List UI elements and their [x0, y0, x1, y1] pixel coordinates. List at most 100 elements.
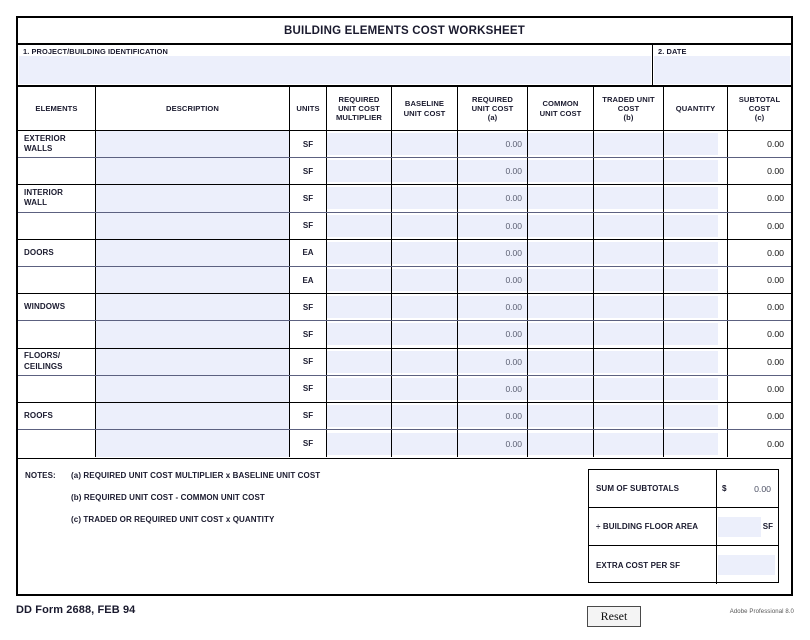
description-cell [96, 239, 290, 266]
description-input[interactable] [96, 402, 289, 430]
traded-unit-cost-input[interactable] [594, 187, 663, 210]
common-unit-cost-input[interactable] [528, 160, 593, 183]
quantity-input[interactable] [664, 296, 718, 319]
common-unit-cost-input[interactable] [528, 133, 593, 156]
common-unit-cost-input[interactable] [528, 377, 593, 400]
common-unit-cost-input[interactable] [528, 187, 593, 210]
required-unit-cost-multiplier-input[interactable] [327, 214, 391, 237]
common-unit-cost-input[interactable] [528, 296, 593, 319]
baseline-unit-cost-input[interactable] [392, 241, 457, 264]
description-input[interactable] [96, 348, 289, 375]
quantity-cell [664, 239, 728, 266]
required-unit-cost-value: 0.00 [458, 241, 527, 264]
common-unit-cost-input[interactable] [528, 214, 593, 237]
units-cell: SF [290, 321, 327, 348]
units-value: SF [302, 166, 314, 176]
baseline-unit-cost-input[interactable] [392, 133, 457, 156]
element-cell: WINDOWS [18, 294, 96, 321]
traded-unit-cost-input[interactable] [594, 241, 663, 264]
baseline-unit-cost-input[interactable] [392, 432, 457, 455]
description-input[interactable] [96, 321, 289, 348]
summary-row-building-floor-area: ÷ BUILDING FLOOR AREA SF [589, 508, 778, 546]
required-unit-cost-multiplier-input[interactable] [327, 323, 391, 346]
baseline-unit-cost-cell [392, 212, 458, 239]
baseline-unit-cost-input[interactable] [392, 187, 457, 210]
units-cell: SF [290, 430, 327, 458]
required-unit-cost-multiplier-input[interactable] [327, 296, 391, 319]
description-input[interactable] [96, 239, 289, 266]
header-label: ELEMENTS [35, 103, 78, 113]
required-unit-cost-multiplier-input[interactable] [327, 160, 391, 183]
required-unit-cost-multiplier-input[interactable] [327, 404, 391, 427]
baseline-unit-cost-input[interactable] [392, 160, 457, 183]
baseline-unit-cost-input[interactable] [392, 269, 457, 292]
quantity-input[interactable] [664, 133, 718, 156]
traded-unit-cost-input[interactable] [594, 404, 663, 427]
required-unit-cost-multiplier-input[interactable] [327, 432, 391, 455]
quantity-input[interactable] [664, 214, 718, 237]
quantity-cell [664, 158, 728, 185]
quantity-input[interactable] [664, 404, 718, 427]
date-input[interactable] [654, 56, 790, 84]
common-unit-cost-input[interactable] [528, 350, 593, 373]
baseline-unit-cost-input[interactable] [392, 214, 457, 237]
traded-unit-cost-input[interactable] [594, 214, 663, 237]
quantity-input[interactable] [664, 377, 718, 400]
quantity-input[interactable] [664, 241, 718, 264]
traded-unit-cost-input[interactable] [594, 296, 663, 319]
quantity-input[interactable] [664, 187, 718, 210]
required-unit-cost-multiplier-input[interactable] [327, 377, 391, 400]
traded-unit-cost-input[interactable] [594, 269, 663, 292]
common-unit-cost-input[interactable] [528, 269, 593, 292]
quantity-input[interactable] [664, 350, 718, 373]
description-input[interactable] [96, 294, 289, 321]
traded-unit-cost-cell [594, 402, 664, 430]
required-unit-cost-cell: 0.00 [458, 348, 528, 375]
common-unit-cost-input[interactable] [528, 432, 593, 455]
subtotal-cost-value: 0.00 [767, 383, 784, 394]
extra-cost-per-sf-input[interactable] [718, 555, 775, 575]
traded-unit-cost-input[interactable] [594, 323, 663, 346]
reset-button[interactable]: Reset [587, 606, 641, 627]
subtotal-cost-cell: 0.00 [728, 349, 791, 375]
traded-unit-cost-cell [594, 266, 664, 294]
baseline-unit-cost-input[interactable] [392, 323, 457, 346]
project-identification-input[interactable] [19, 56, 651, 84]
summary-box: SUM OF SUBTOTALS $ 0.00 ÷ BUILDING FLOOR… [588, 469, 779, 584]
quantity-input[interactable] [664, 323, 718, 346]
traded-unit-cost-input[interactable] [594, 432, 663, 455]
traded-unit-cost-input[interactable] [594, 377, 663, 400]
baseline-unit-cost-input[interactable] [392, 350, 457, 373]
quantity-input[interactable] [664, 160, 718, 183]
quantity-input[interactable] [664, 269, 718, 292]
quantity-cell [664, 131, 728, 158]
quantity-input[interactable] [664, 432, 718, 455]
table-header-row: ELEMENTS DESCRIPTION UNITS REQUIRED UNIT … [18, 87, 791, 131]
traded-unit-cost-input[interactable] [594, 160, 663, 183]
subtotal-cost-value: 0.00 [767, 329, 784, 340]
description-input[interactable] [96, 430, 289, 458]
common-unit-cost-input[interactable] [528, 323, 593, 346]
required-unit-cost-multiplier-input[interactable] [327, 350, 391, 373]
units-value: SF [302, 384, 314, 394]
description-input[interactable] [96, 266, 289, 294]
traded-unit-cost-input[interactable] [594, 133, 663, 156]
common-unit-cost-input[interactable] [528, 404, 593, 427]
description-input[interactable] [96, 375, 289, 402]
baseline-unit-cost-input[interactable] [392, 377, 457, 400]
required-unit-cost-multiplier-input[interactable] [327, 187, 391, 210]
description-input[interactable] [96, 212, 289, 239]
baseline-unit-cost-input[interactable] [392, 404, 457, 427]
quantity-cell [664, 402, 728, 430]
required-unit-cost-multiplier-input[interactable] [327, 269, 391, 292]
traded-unit-cost-input[interactable] [594, 350, 663, 373]
required-unit-cost-multiplier-input[interactable] [327, 133, 391, 156]
description-input[interactable] [96, 185, 289, 212]
required-unit-cost-multiplier-input[interactable] [327, 241, 391, 264]
subtotal-cost-cell: 0.00 [728, 267, 791, 293]
description-input[interactable] [96, 131, 289, 158]
description-input[interactable] [96, 158, 289, 185]
baseline-unit-cost-input[interactable] [392, 296, 457, 319]
common-unit-cost-input[interactable] [528, 241, 593, 264]
building-floor-area-input[interactable] [718, 516, 761, 537]
